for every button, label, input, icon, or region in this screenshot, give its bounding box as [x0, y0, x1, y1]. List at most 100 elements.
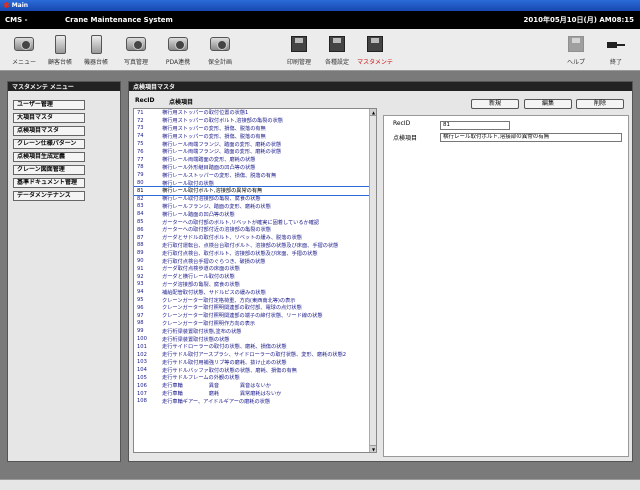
row-item-name: ガーターへの取付部のボルト,リベットが確実に固着しているか確認	[162, 219, 320, 226]
table-row[interactable]: 73 横行用ストッパーの変形、損傷、脱落の有無	[134, 125, 376, 133]
table-row[interactable]: 74 横行用ストッパーの変形、損傷、脱落の有無	[134, 132, 376, 140]
photo-management-button[interactable]: 写真管理	[116, 32, 156, 68]
table-row[interactable]: 99 走行桁梁装置取付状態,塗布の状態	[134, 327, 376, 335]
table-row[interactable]: 107 走行車輪 磨耗 異常磨耗はないか	[134, 390, 376, 398]
master-maintenance-button[interactable]: マスタメンテ	[355, 32, 395, 68]
item-label: 点検項目	[393, 135, 418, 142]
toolbar: メニュー 顧客台帳 機器台帳 写真管理 PDA連携 保全計画 印刷管理 各種設定…	[0, 29, 640, 71]
table-row[interactable]: 101 走行サイドローラーの取付の状態、磨耗、損傷の状態	[134, 343, 376, 351]
pda-sync-button[interactable]: PDA連携	[158, 32, 198, 68]
row-item-name: 横行用ストッパーの取付位置の状態1	[162, 110, 249, 117]
menu-item-reference-document[interactable]: 基準ドキュメント管理	[13, 178, 85, 188]
table-row[interactable]: 106 走行車輪 異音 異音はないか	[134, 382, 376, 390]
table-row[interactable]: 96 クレーンガーター取付照明関連部の取付部、電球の点灯状態	[134, 304, 376, 312]
menu-item-crane-drawing[interactable]: クレーン図面管理	[13, 165, 85, 175]
table-row[interactable]: 80 横行レール取付の状態	[134, 179, 376, 187]
table-row[interactable]: 108 走行車輪ギアー、アイドルギアーの磨耗の状態	[134, 397, 376, 405]
table-row[interactable]: 82 横行レール取付溶接部の亀裂、腐食の状態	[134, 195, 376, 203]
table-row[interactable]: 89 走行取付点検台、取付ボルト、溶接部の状態及び床面、手摺の状態	[134, 249, 376, 257]
row-item-name: ガーダと横行レール取付の状態	[162, 274, 235, 281]
list-scrollbar[interactable]: ▲ ▼	[369, 109, 376, 452]
scroll-down-icon[interactable]: ▼	[370, 445, 376, 452]
disk-icon	[291, 36, 307, 52]
row-recid: 107	[137, 390, 147, 397]
scroll-up-icon[interactable]: ▲	[370, 109, 376, 116]
maintenance-plan-button[interactable]: 保全計画	[200, 32, 240, 68]
main-panel-title: 点検項目マスタ	[129, 82, 632, 91]
menu-item-inspection-master[interactable]: 点検項目マスタ	[13, 126, 85, 136]
row-item-name: 走行取付点検台手摺のぐらつき、破損の状態	[162, 258, 266, 265]
row-item-name: 横行レール踏面の凹凸等の状態	[162, 211, 235, 218]
table-row[interactable]: 91 ガーダ取付点検歩道の床面の状態	[134, 265, 376, 273]
table-row[interactable]: 87 ガーダとサドルの取付ボルト、リベットの緩み、脱落の状態	[134, 234, 376, 242]
table-row[interactable]: 104 走行サドルバッファ取付の状態の状態、磨耗、損傷の有無	[134, 366, 376, 374]
row-recid: 81	[137, 187, 144, 194]
row-recid: 103	[137, 359, 147, 366]
menu-item-data-maintenance[interactable]: データメンテナンス	[13, 191, 85, 201]
table-row[interactable]: 75 横行レール両端フランジ、踏面の変形、磨耗の状態	[134, 140, 376, 148]
table-row[interactable]: 100 走行桁梁装置取付状態の状態	[134, 335, 376, 343]
row-item-name: 横行レールフランジ、踏面の変形、磨耗の状態	[162, 203, 271, 210]
row-recid: 74	[137, 133, 144, 140]
table-row[interactable]: 88 走行取付運転台、点検台台取付ボルト、溶接部の状態及び床面、手摺の状態	[134, 242, 376, 250]
table-row[interactable]: 94 補給配管取付状態、サドルピスの緩みの状態	[134, 288, 376, 296]
inspection-item-list[interactable]: 71 横行用ストッパーの取付位置の状態1 72 横行用ストッパーの取付ボルト,溶接部の…	[133, 108, 377, 453]
table-row[interactable]: 81 横行レール取付ボルト,溶接部の異常の有無	[134, 185, 376, 196]
help-button[interactable]: ヘルプ	[556, 32, 596, 68]
table-row[interactable]: 86 ガーターへの取付部付近の溶接部の亀裂の状態	[134, 226, 376, 234]
detail-panel: RecID 81 点検項目 横行レール取付ボルト,溶接部の異常の有無	[383, 115, 629, 457]
table-row[interactable]: 90 走行取付点検台手摺のぐらつき、破損の状態	[134, 257, 376, 265]
menu-item-category-master[interactable]: 大項目マスタ	[13, 113, 85, 123]
table-row[interactable]: 85 ガーターへの取付部のボルト,リベットが確実に固着しているか確認	[134, 218, 376, 226]
row-item-name: 横行用ストッパーの変形、損傷、脱落の有無	[162, 133, 266, 140]
row-item-name: クレーンガーター取付照明関連部の取付部、電球の点灯状態	[162, 305, 302, 312]
menu-item-user-management[interactable]: ユーザー管理	[13, 100, 85, 110]
table-row[interactable]: 78 横行レール外形継目踏面の凹凸等の状態	[134, 164, 376, 172]
row-recid: 71	[137, 109, 144, 116]
item-field[interactable]: 横行レール取付ボルト,溶接部の異常の有無	[440, 133, 622, 142]
table-row[interactable]: 95 クレーンガーター取付定格荷重、方向(東西南北等)の表示	[134, 296, 376, 304]
menu-item-crane-spec-pattern[interactable]: クレーン仕様パターン	[13, 139, 85, 149]
table-row[interactable]: 93 ガーダ溶接部の亀裂、腐食の状態	[134, 281, 376, 289]
table-row[interactable]: 83 横行レールフランジ、踏面の変形、磨耗の状態	[134, 203, 376, 211]
row-item-name: 横行レール取付ボルト,溶接部の異常の有無	[162, 188, 263, 195]
row-recid: 75	[137, 141, 144, 148]
phone-icon	[54, 34, 66, 54]
new-button[interactable]: 新規	[471, 99, 519, 109]
row-item-name: 走行サドル取付アースプラシ、サイドローラーの取付状態、変形、磨耗の状態2	[162, 352, 347, 359]
app-icon: ✱	[3, 1, 10, 10]
table-row[interactable]: 105 走行サドルフレームの外観の状態	[134, 374, 376, 382]
customer-ledger-button[interactable]: 顧客台帳	[40, 32, 80, 68]
row-item-name: 横行レール外形継目踏面の凹凸等の状態	[162, 164, 256, 171]
table-row[interactable]: 103 走行サドル取付用補強リブ等の磨耗、抜け止めの状態	[134, 359, 376, 367]
table-row[interactable]: 102 走行サドル取付アースプラシ、サイドローラーの取付状態、変形、磨耗の状態2	[134, 351, 376, 359]
delete-button[interactable]: 削除	[576, 99, 624, 109]
table-row[interactable]: 76 横行レール両端フランジ、踏面の変形、磨耗の状態	[134, 148, 376, 156]
table-row[interactable]: 92 ガーダと横行レール取付の状態	[134, 273, 376, 281]
row-item-name: ガーダとサドルの取付ボルト、リベットの緩み、脱落の状態	[162, 235, 302, 242]
table-row[interactable]: 71 横行用ストッパーの取付位置の状態1	[134, 109, 376, 117]
list-rows: 71 横行用ストッパーの取付位置の状態1 72 横行用ストッパーの取付ボルト,溶接部の…	[134, 109, 376, 405]
table-row[interactable]: 97 クレーンガーター取付照明関連部の端子の締付状態、リード線の状態	[134, 312, 376, 320]
menu-button[interactable]: メニュー	[4, 32, 44, 68]
row-recid: 84	[137, 211, 144, 218]
master-menu-panel: マスタメンテ メニュー ユーザー管理 大項目マスタ 点検項目マスタ クレーン仕様…	[7, 81, 121, 462]
table-row[interactable]: 84 横行レール踏面の凹凸等の状態	[134, 210, 376, 218]
menu-list: ユーザー管理 大項目マスタ 点検項目マスタ クレーン仕様パターン 点検項目生成定…	[8, 91, 120, 201]
row-recid: 105	[137, 374, 147, 381]
table-row[interactable]: 77 横行レール両端踏面の変形、磨耗の状態	[134, 156, 376, 164]
table-row[interactable]: 98 クレーンガーター取付照明作方向の表示	[134, 320, 376, 328]
recid-field[interactable]: 81	[440, 121, 510, 130]
system-name: Crane Maintenance System	[65, 16, 173, 24]
menu-item-inspection-generation[interactable]: 点検項目生成定義	[13, 152, 85, 162]
exit-button[interactable]: 終了	[596, 32, 636, 68]
row-recid: 91	[137, 265, 144, 272]
row-item-name: ガーダ溶接部の亀裂、腐食の状態	[162, 281, 240, 288]
equipment-ledger-button[interactable]: 機器台帳	[76, 32, 116, 68]
edit-button[interactable]: 編集	[524, 99, 572, 109]
print-management-button[interactable]: 印刷管理	[279, 32, 319, 68]
table-row[interactable]: 72 横行用ストッパーの取付ボルト,溶接部の亀裂の状態	[134, 117, 376, 125]
table-row[interactable]: 79 横行レールストッパーの変形、損傷、脱落の有無	[134, 171, 376, 179]
settings-button[interactable]: 各種設定	[317, 32, 357, 68]
row-item-name: ガーダ取付点検歩道の床面の状態	[162, 266, 240, 273]
